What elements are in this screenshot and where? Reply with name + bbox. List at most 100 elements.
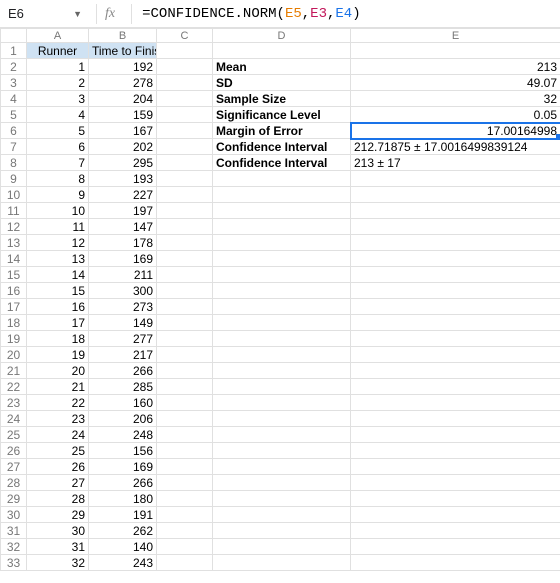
cell[interactable] [213,187,351,203]
cell[interactable] [157,491,213,507]
cell[interactable] [213,299,351,315]
cell[interactable] [351,315,560,331]
cell[interactable] [351,219,560,235]
cell[interactable]: 7 [27,155,89,171]
cell[interactable]: 273 [89,299,157,315]
cell[interactable] [351,299,560,315]
cell[interactable] [157,139,213,155]
cell[interactable]: 2 [27,75,89,91]
cell[interactable]: 25 [27,443,89,459]
cell[interactable]: 22 [27,395,89,411]
cell[interactable]: 11 [27,219,89,235]
cell[interactable]: 5 [27,123,89,139]
cell[interactable] [351,427,560,443]
row-header[interactable]: 12 [1,219,27,235]
row-header[interactable]: 5 [1,107,27,123]
cell[interactable]: 140 [89,539,157,555]
cell[interactable] [213,395,351,411]
cell[interactable]: 1 [27,59,89,75]
cell[interactable]: 14 [27,267,89,283]
cell[interactable]: 147 [89,219,157,235]
cell[interactable] [213,475,351,491]
cell[interactable]: 285 [89,379,157,395]
row-header[interactable]: 1 [1,43,27,59]
cell[interactable]: 248 [89,427,157,443]
row-header[interactable]: 26 [1,443,27,459]
cell[interactable]: 15 [27,283,89,299]
row-header[interactable]: 22 [1,379,27,395]
cell[interactable]: 12 [27,235,89,251]
cell[interactable] [157,283,213,299]
col-header-E[interactable]: E [351,29,560,43]
cell[interactable] [213,411,351,427]
cell[interactable]: 4 [27,107,89,123]
cell[interactable] [157,59,213,75]
cell[interactable] [213,251,351,267]
cell[interactable] [351,379,560,395]
row-header[interactable]: 17 [1,299,27,315]
cell[interactable]: 300 [89,283,157,299]
cell[interactable] [157,363,213,379]
col-header-A[interactable]: A [27,29,89,43]
cell[interactable]: 211 [89,267,157,283]
row-header[interactable]: 8 [1,155,27,171]
row-header[interactable]: 24 [1,411,27,427]
cell[interactable] [351,411,560,427]
cell[interactable]: 17 [27,315,89,331]
row-header[interactable]: 10 [1,187,27,203]
cell[interactable]: 191 [89,507,157,523]
cell[interactable] [213,523,351,539]
cell[interactable] [213,427,351,443]
cell[interactable]: 167 [89,123,157,139]
cell[interactable] [351,235,560,251]
row-header[interactable]: 2 [1,59,27,75]
cell[interactable]: SD [213,75,351,91]
cell[interactable] [351,187,560,203]
chevron-down-icon[interactable]: ▼ [73,9,82,19]
row-header[interactable]: 21 [1,363,27,379]
cell[interactable] [213,203,351,219]
cell[interactable] [157,171,213,187]
row-header[interactable]: 31 [1,523,27,539]
cell[interactable]: 10 [27,203,89,219]
cell[interactable] [213,379,351,395]
cell[interactable] [157,411,213,427]
cell[interactable] [213,235,351,251]
cell[interactable] [157,523,213,539]
cell[interactable]: 160 [89,395,157,411]
cell[interactable] [213,315,351,331]
cell[interactable]: Time to Finish [89,43,157,59]
cell[interactable] [351,43,560,59]
row-header[interactable]: 3 [1,75,27,91]
cell[interactable]: 27 [27,475,89,491]
row-header[interactable]: 18 [1,315,27,331]
cell[interactable] [213,491,351,507]
cell[interactable] [157,427,213,443]
cell[interactable]: 8 [27,171,89,187]
cell[interactable]: 277 [89,331,157,347]
cell[interactable]: 31 [27,539,89,555]
cell[interactable] [213,219,351,235]
cell[interactable]: 29 [27,507,89,523]
cell[interactable] [213,459,351,475]
row-header[interactable]: 13 [1,235,27,251]
cell[interactable] [213,443,351,459]
cell[interactable]: 169 [89,251,157,267]
cell[interactable] [213,43,351,59]
cell[interactable] [157,203,213,219]
cell[interactable]: 206 [89,411,157,427]
cell[interactable] [157,379,213,395]
cell[interactable] [351,491,560,507]
cell[interactable] [157,315,213,331]
row-header[interactable]: 27 [1,459,27,475]
name-box[interactable]: E6 ▼ [0,0,90,27]
cell[interactable] [351,267,560,283]
cell[interactable]: 6 [27,139,89,155]
cell[interactable] [351,395,560,411]
cell[interactable] [157,251,213,267]
cell[interactable]: 295 [89,155,157,171]
cell[interactable]: 20 [27,363,89,379]
cell[interactable] [351,507,560,523]
cell[interactable] [157,539,213,555]
cell[interactable] [157,267,213,283]
